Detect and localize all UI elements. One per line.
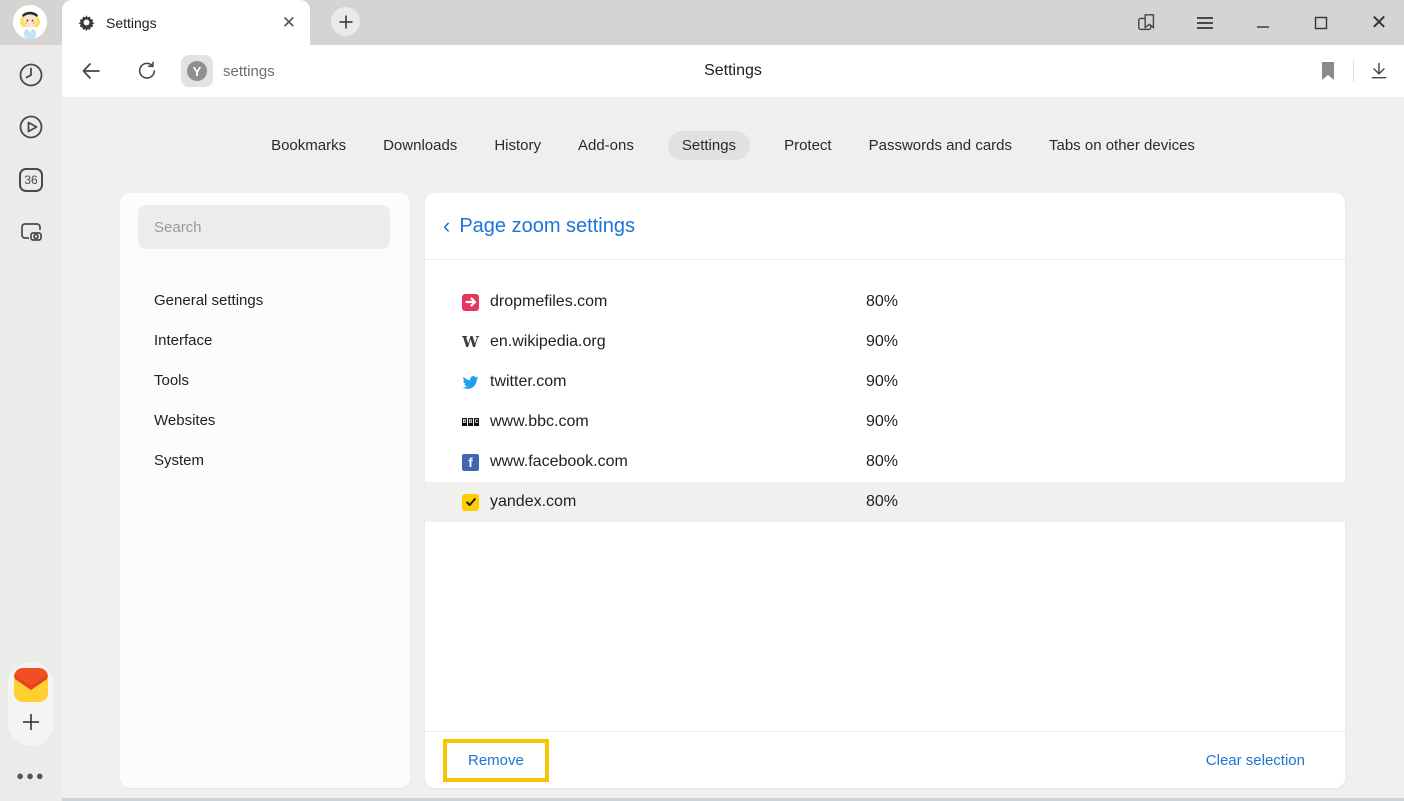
zoom-row[interactable]: BBC www.bbc.com 90% — [425, 402, 1345, 442]
profile-avatar[interactable] — [13, 5, 47, 39]
zoom-percent: 80% — [866, 453, 1345, 471]
yandex-logo-icon: Y — [187, 61, 207, 81]
nav-tab-protect[interactable]: Protect — [781, 131, 835, 160]
avatar-girl-illustration — [13, 5, 47, 39]
add-app-button[interactable] — [16, 707, 46, 737]
tab-close-icon[interactable]: ✕ — [282, 14, 296, 31]
page-zoom-footer: Remove Clear selection — [425, 731, 1345, 788]
toolbar-divider — [1353, 60, 1354, 82]
pinned-apps-group — [8, 662, 54, 746]
tab-title: Settings — [106, 15, 282, 31]
zoom-percent: 90% — [866, 333, 1345, 351]
nav-tab-settings[interactable]: Settings — [668, 131, 750, 160]
video-play-icon[interactable] — [18, 114, 44, 140]
collections-panel-icon[interactable] — [1136, 12, 1158, 34]
reload-button[interactable] — [134, 58, 160, 84]
plus-icon — [339, 15, 353, 29]
zoom-percent: 80% — [866, 293, 1345, 311]
history-clock-icon[interactable] — [18, 62, 44, 88]
maximize-icon[interactable] — [1310, 12, 1332, 34]
site-name: twitter.com — [490, 373, 855, 391]
window-close-icon[interactable]: ✕ — [1368, 12, 1390, 34]
wikipedia-favicon-icon: W — [462, 334, 479, 351]
page-zoom-card: ‹ Page zoom settings dropmefiles.com 80%… — [425, 193, 1345, 788]
settings-menu-card: General settingsInterfaceToolsWebsitesSy… — [120, 193, 410, 788]
yandex-mail-app-icon[interactable] — [13, 667, 49, 703]
zoom-row[interactable]: W en.wikipedia.org 90% — [425, 322, 1345, 362]
page-title[interactable]: Page zoom settings — [459, 215, 635, 238]
nav-tab-bookmarks[interactable]: Bookmarks — [268, 131, 349, 160]
nav-tab-tabs-on-other-devices[interactable]: Tabs on other devices — [1046, 131, 1198, 160]
menu-icon[interactable] — [1194, 12, 1216, 34]
sidebar-more-icon[interactable]: ●●● — [16, 768, 46, 783]
settings-nav: Bookmarks Downloads History Add-ons Settings… — [62, 97, 1404, 160]
browser-tab-bar: Settings ✕ ✕ — [0, 0, 1404, 45]
menu-item-interface[interactable]: Interface — [120, 320, 410, 360]
selected-checkbox-icon — [462, 494, 479, 511]
zoom-row[interactable]: dropmefiles.com 80% — [425, 282, 1345, 322]
nav-tab-downloads[interactable]: Downloads — [380, 131, 460, 160]
site-name: dropmefiles.com — [490, 293, 855, 311]
facebook-favicon-icon: f — [462, 454, 479, 471]
back-button[interactable] — [78, 58, 104, 84]
site-name: en.wikipedia.org — [490, 333, 855, 351]
nav-tab-add-ons[interactable]: Add-ons — [575, 131, 637, 160]
clear-selection-link[interactable]: Clear selection — [1206, 752, 1305, 769]
address-toolbar: Y settings Settings — [62, 45, 1404, 97]
screenshot-icon[interactable] — [18, 219, 44, 245]
twitter-favicon-icon — [462, 374, 479, 391]
new-tab-button[interactable] — [331, 7, 360, 36]
dropmefiles-favicon-icon — [462, 294, 479, 311]
nav-tab-history[interactable]: History — [491, 131, 544, 160]
site-name: www.bbc.com — [490, 413, 855, 431]
tab-settings[interactable]: Settings ✕ — [62, 0, 310, 45]
remove-button[interactable]: Remove — [443, 739, 549, 782]
site-name: yandex.com — [490, 493, 855, 511]
tab-counter-badge[interactable]: 36 — [18, 167, 44, 193]
back-chevron-icon[interactable]: ‹ — [443, 215, 450, 237]
minimize-icon[interactable] — [1252, 12, 1274, 34]
menu-item-tools[interactable]: Tools — [120, 360, 410, 400]
url-text[interactable]: settings — [223, 63, 275, 80]
site-name: www.facebook.com — [490, 453, 855, 471]
page-zoom-header: ‹ Page zoom settings — [425, 193, 1345, 260]
downloads-icon[interactable] — [1368, 60, 1390, 82]
zoom-row[interactable]: twitter.com 90% — [425, 362, 1345, 402]
bbc-favicon-icon: BBC — [462, 414, 479, 431]
nav-tab-passwords-and-cards[interactable]: Passwords and cards — [866, 131, 1015, 160]
zoom-percent: 90% — [866, 373, 1345, 391]
menu-item-general-settings[interactable]: General settings — [120, 280, 410, 320]
zoom-row[interactable]: yandex.com 80% — [425, 482, 1345, 522]
bookmark-icon[interactable] — [1317, 60, 1339, 82]
browser-side-panel: 36 ●●● — [0, 45, 62, 801]
search-input[interactable] — [138, 205, 390, 249]
settings-page: Bookmarks Downloads History Add-ons Settings… — [62, 97, 1404, 801]
zoom-percent: 90% — [866, 413, 1345, 431]
zoom-percent: 80% — [866, 493, 1345, 511]
settings-menu-list: General settingsInterfaceToolsWebsitesSy… — [120, 280, 410, 480]
gear-icon — [78, 14, 95, 31]
menu-item-websites[interactable]: Websites — [120, 400, 410, 440]
zoom-rows-list: dropmefiles.com 80% W en.wikipedia.org 9… — [425, 260, 1345, 522]
menu-item-system[interactable]: System — [120, 440, 410, 480]
zoom-row[interactable]: f www.facebook.com 80% — [425, 442, 1345, 482]
site-identity-badge[interactable]: Y — [181, 55, 213, 87]
